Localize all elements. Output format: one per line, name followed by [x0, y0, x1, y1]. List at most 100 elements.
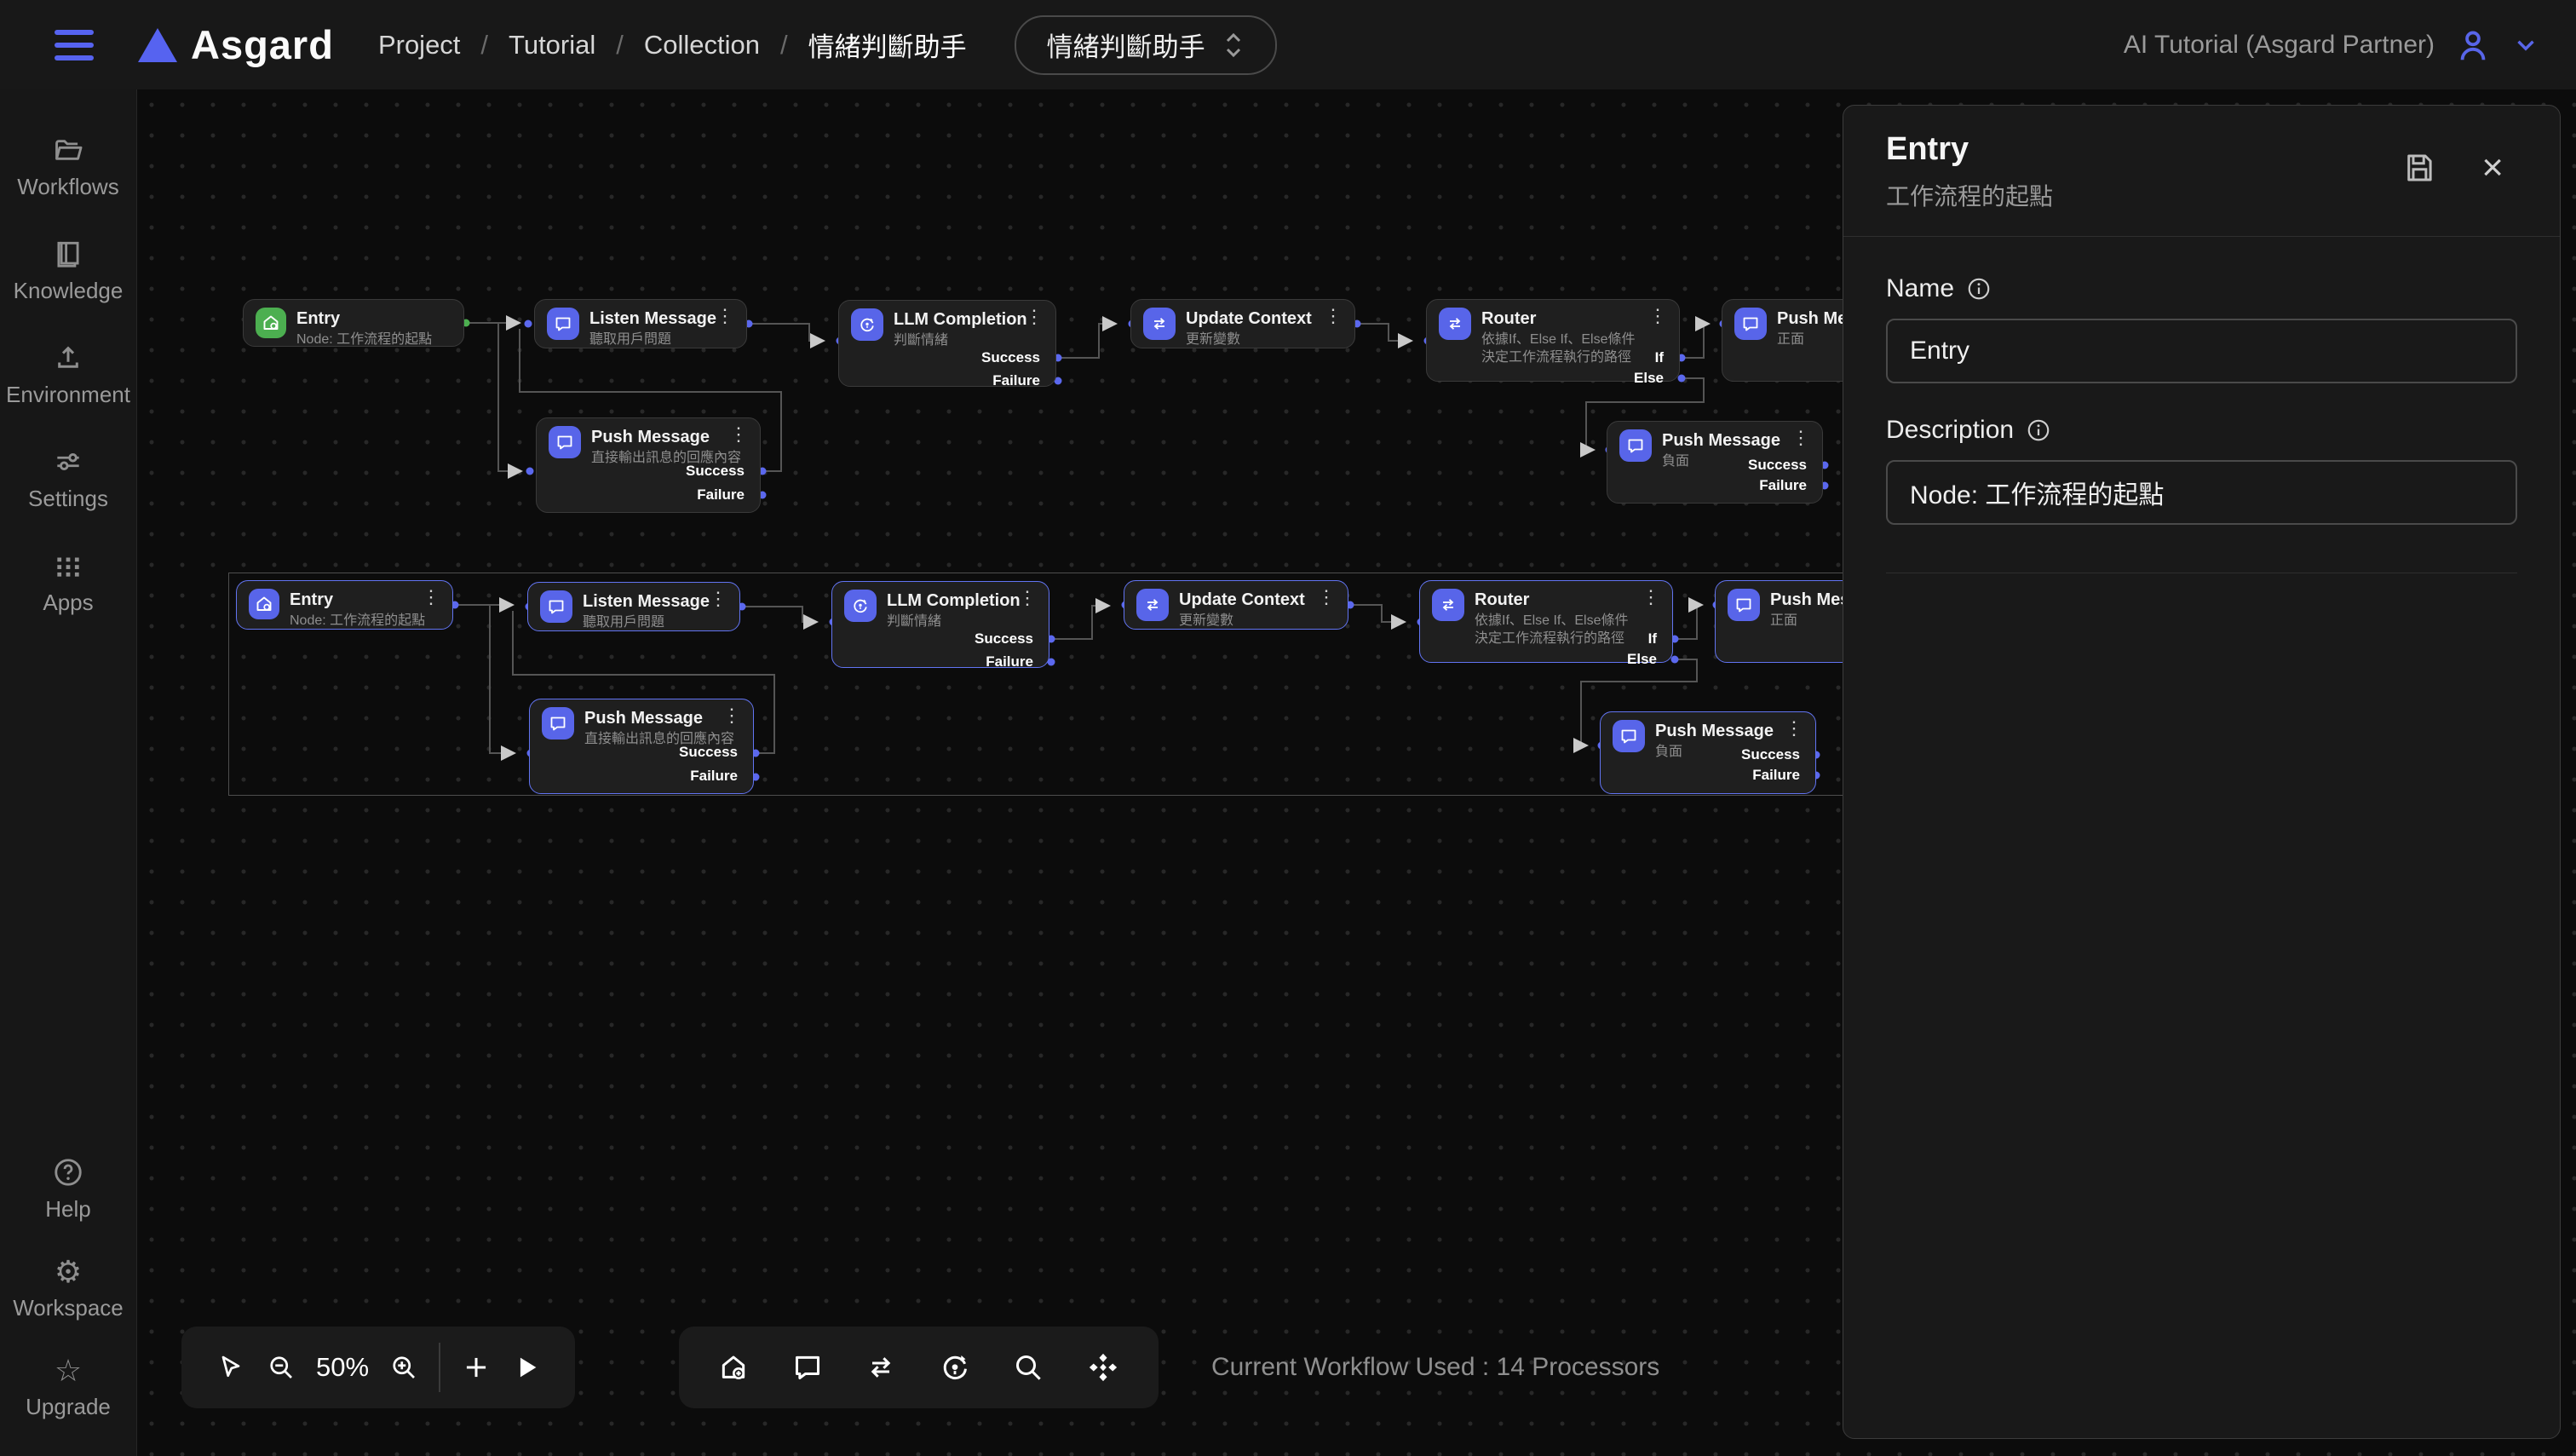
llm-cycle-icon [844, 590, 877, 622]
node-llm-completion-selected[interactable]: LLM Completion 判斷情緒 ⋮ Success Failure [831, 581, 1049, 668]
sidebar-item-workspace[interactable]: ⚙ Workspace [4, 1257, 132, 1321]
sidebar-item-apps[interactable]: Apps [4, 550, 132, 616]
node-title: Entry [290, 589, 425, 610]
node-subtitle: Node: 工作流程的起點 [296, 331, 432, 349]
kebab-menu-icon[interactable]: ⋮ [1317, 588, 1336, 607]
kebab-menu-icon[interactable]: ⋮ [1025, 308, 1044, 326]
node-title: Update Context [1179, 589, 1305, 610]
sidebar-item-knowledge[interactable]: Knowledge [4, 238, 132, 304]
sidebar-item-settings[interactable]: Settings [4, 446, 132, 512]
node-subtitle: 更新變數 [1186, 331, 1312, 349]
node-router[interactable]: Router 依據If、Else If、Else條件決定工作流程執行的路徑 ⋮ … [1426, 299, 1680, 382]
node-push-message-direct[interactable]: Push Message 直接輸出訊息的回應內容 ⋮ Success Failu… [536, 417, 761, 513]
node-push-message-negative[interactable]: Push Message 負面 ⋮ Success Failure [1607, 421, 1823, 504]
sidebar-item-label: Workflows [17, 174, 118, 200]
zoom-in-button[interactable] [388, 1352, 419, 1383]
kebab-menu-icon[interactable]: ⋮ [1791, 429, 1810, 447]
swap-arrows-icon [1439, 308, 1471, 340]
entry-home-icon [256, 308, 286, 338]
kebab-menu-icon[interactable]: ⋮ [1648, 307, 1667, 325]
node-router-selected[interactable]: Router 依據If、Else If、Else條件決定工作流程執行的路徑 ⋮ … [1419, 580, 1673, 663]
node-properties-panel: Entry 工作流程的起點 × Name [1843, 105, 2561, 1439]
close-icon[interactable]: × [2481, 155, 2504, 181]
auto-arrange-button[interactable] [938, 1350, 972, 1384]
add-swap-node-button[interactable] [864, 1350, 898, 1384]
sidebar-item-help[interactable]: Help [4, 1156, 132, 1223]
kebab-menu-icon[interactable]: ⋮ [1642, 588, 1660, 607]
kebab-menu-icon[interactable]: ⋮ [716, 307, 734, 325]
description-field-label: Description [1886, 416, 2014, 445]
name-input[interactable]: Entry [1886, 319, 2517, 383]
node-update-context-selected[interactable]: Update Context 更新變數 ⋮ [1124, 580, 1348, 630]
port-label-success[interactable]: Success [981, 349, 1040, 366]
node-update-context[interactable]: Update Context 更新變數 ⋮ [1130, 299, 1355, 348]
node-entry[interactable]: Entry Node: 工作流程的起點 [243, 299, 464, 347]
kebab-menu-icon[interactable]: ⋮ [709, 590, 727, 608]
save-icon[interactable] [2401, 150, 2437, 186]
add-message-node-button[interactable] [791, 1350, 825, 1384]
chat-icon [1734, 308, 1767, 340]
account-menu[interactable]: AI Tutorial (Asgard Partner) [2124, 26, 2540, 65]
port-label-failure[interactable]: Failure [986, 653, 1033, 670]
user-icon[interactable] [2453, 26, 2493, 65]
node-title: Listen Message [583, 590, 710, 612]
workflow-selector[interactable]: 情緒判斷助手 [1015, 15, 1277, 75]
sidebar-item-upgrade[interactable]: ☆ Upgrade [4, 1355, 132, 1420]
node-llm-completion[interactable]: LLM Completion 判斷情緒 ⋮ Success Failure [838, 300, 1056, 387]
logo-triangle-icon [138, 28, 177, 62]
run-workflow-button[interactable] [512, 1353, 541, 1382]
node-listen-message[interactable]: Listen Message 聽取用戶問題 ⋮ [534, 299, 747, 348]
search-icon[interactable] [1011, 1350, 1045, 1384]
node-title: LLM Completion [887, 590, 1021, 611]
port-label-failure[interactable]: Failure [1759, 477, 1807, 494]
sidebar-item-label: Help [45, 1196, 90, 1223]
port-label-failure[interactable]: Failure [697, 486, 745, 504]
description-input[interactable]: Node: 工作流程的起點 [1886, 460, 2517, 525]
node-title: Router [1475, 589, 1631, 610]
kebab-menu-icon[interactable]: ⋮ [422, 588, 440, 607]
breadcrumb-collection[interactable]: Collection [644, 30, 760, 60]
port-label-success[interactable]: Success [686, 463, 745, 480]
port-label-if[interactable]: If [1655, 349, 1664, 366]
node-listen-message-selected[interactable]: Listen Message 聽取用戶問題 ⋮ [527, 582, 740, 631]
port-label-failure[interactable]: Failure [1752, 767, 1800, 784]
chevron-down-icon[interactable] [2511, 31, 2540, 60]
port-label-else[interactable]: Else [1627, 651, 1657, 668]
port-label-success[interactable]: Success [679, 744, 738, 761]
port-label-failure[interactable]: Failure [992, 372, 1040, 389]
port-label-success[interactable]: Success [975, 630, 1033, 647]
node-push-message-negative-selected[interactable]: Push Message 負面 ⋮ Success Failure [1600, 711, 1816, 794]
book-icon [52, 238, 84, 270]
port-label-success[interactable]: Success [1748, 457, 1807, 474]
info-icon[interactable] [1966, 276, 1992, 302]
node-push-message-direct-selected[interactable]: Push Message 直接輸出訊息的回應內容 ⋮ Success Failu… [529, 699, 754, 794]
sidebar-item-environment[interactable]: Environment [4, 342, 132, 408]
breadcrumb-separator: / [780, 30, 788, 60]
breadcrumb-tutorial[interactable]: Tutorial [509, 30, 595, 60]
port-label-failure[interactable]: Failure [690, 768, 738, 785]
add-node-button[interactable] [460, 1351, 492, 1384]
port-label-if[interactable]: If [1648, 630, 1657, 647]
fit-view-button[interactable] [1085, 1350, 1121, 1385]
kebab-menu-icon[interactable]: ⋮ [1018, 589, 1037, 607]
add-entry-node-button[interactable] [716, 1350, 750, 1384]
account-label: AI Tutorial (Asgard Partner) [2124, 31, 2435, 60]
sidebar-item-label: Settings [28, 486, 108, 512]
zoom-out-button[interactable] [266, 1352, 296, 1383]
port-label-success[interactable]: Success [1741, 746, 1800, 763]
kebab-menu-icon[interactable]: ⋮ [1324, 307, 1343, 325]
kebab-menu-icon[interactable]: ⋮ [729, 425, 748, 444]
kebab-menu-icon[interactable]: ⋮ [722, 706, 741, 725]
breadcrumb-project[interactable]: Project [378, 30, 460, 60]
info-icon[interactable] [2026, 417, 2051, 443]
port-label-else[interactable]: Else [1634, 370, 1664, 387]
hamburger-menu-icon[interactable] [55, 30, 94, 60]
cursor-tool-button[interactable] [216, 1352, 246, 1383]
sidebar-item-workflows[interactable]: Workflows [4, 134, 132, 200]
kebab-menu-icon[interactable]: ⋮ [1785, 719, 1803, 738]
workflow-selector-value: 情緒判斷助手 [1047, 26, 1205, 64]
chat-icon [540, 590, 572, 623]
node-entry-selected[interactable]: Entry Node: 工作流程的起點 ⋮ [236, 580, 453, 630]
chat-icon [549, 426, 581, 458]
node-subtitle: Node: 工作流程的起點 [290, 613, 425, 630]
